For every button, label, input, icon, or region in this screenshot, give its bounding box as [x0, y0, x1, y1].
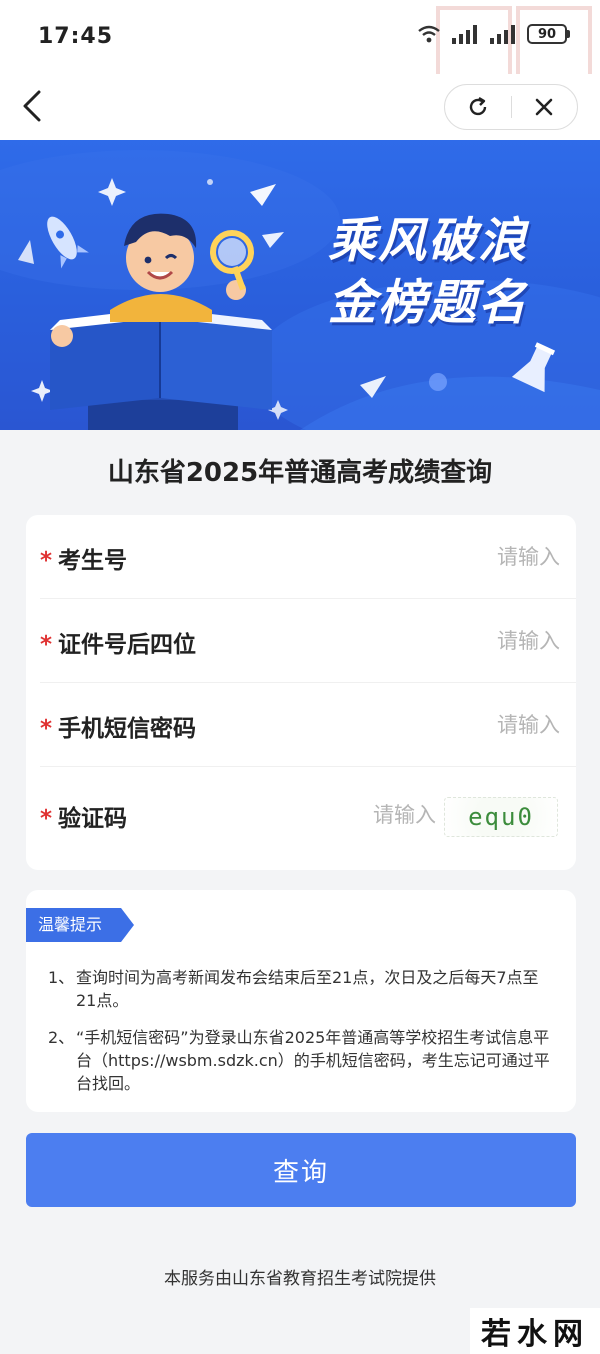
battery-icon: 90 — [527, 24, 570, 44]
tip-item: 1、 查询时间为高考新闻发布会结束后至21点，次日及之后每天7点至21点。 — [48, 966, 558, 1012]
form-row-exam-number: * 考生号 — [26, 515, 576, 599]
status-time: 17:45 — [38, 24, 114, 49]
query-button[interactable]: 查询 — [26, 1133, 576, 1207]
required-mark: * — [40, 716, 53, 742]
chevron-left-icon — [23, 90, 41, 122]
banner-slogan: 乘风破浪 金榜题名 — [328, 210, 568, 334]
slogan-line-2: 金榜题名 — [328, 275, 529, 331]
exam-number-label: 考生号 — [58, 548, 128, 574]
nav-capsule — [444, 84, 578, 130]
tips-card: 温馨提示 1、 查询时间为高考新闻发布会结束后至21点，次日及之后每天7点至21点… — [26, 890, 576, 1112]
signal-icon — [451, 24, 479, 44]
battery-level: 90 — [527, 24, 567, 44]
captcha-label: 验证码 — [58, 806, 128, 832]
nav-bar — [0, 74, 600, 140]
exam-number-input[interactable] — [360, 537, 560, 577]
query-form: *考生号 *证件号后四位 *手机短信密码 *验证码 equ0 — [26, 515, 576, 870]
required-mark: * — [40, 548, 53, 574]
site-watermark: 若水网 — [470, 1308, 600, 1354]
tip-item: 2、 “手机短信密码”为登录山东省2025年普通高等学校招生考试信息平台（http… — [48, 1026, 558, 1095]
close-icon — [535, 98, 553, 116]
form-row-captcha: *验证码 equ0 — [26, 773, 576, 857]
form-row-id-last4: * 证件号后四位 — [26, 599, 576, 683]
sms-password-label: 手机短信密码 — [58, 716, 197, 742]
wifi-icon — [417, 24, 441, 44]
tip-text: “手机短信密码”为登录山东省2025年普通高等学校招生考试信息平台（https:… — [76, 1028, 550, 1093]
signal-icon-2 — [489, 24, 517, 44]
captcha-text: equ0 — [468, 803, 534, 831]
tips-tag: 温馨提示 — [26, 908, 134, 942]
footer-text: 本服务由山东省教育招生考试院提供 — [164, 1269, 436, 1289]
form-row-sms-password: * 手机短信密码 — [26, 683, 576, 767]
refresh-button[interactable] — [445, 85, 511, 129]
close-button[interactable] — [512, 85, 578, 129]
back-button[interactable] — [12, 86, 52, 126]
id-last4-input[interactable] — [360, 621, 560, 661]
tip-number: 1、 — [48, 968, 75, 987]
tips-list: 1、 查询时间为高考新闻发布会结束后至21点，次日及之后每天7点至21点。 2、 “… — [48, 966, 558, 1109]
tip-number: 2、 — [48, 1028, 75, 1047]
sms-password-input[interactable] — [360, 705, 560, 745]
tip-text: 查询时间为高考新闻发布会结束后至21点，次日及之后每天7点至21点。 — [76, 968, 539, 1010]
page-title: 山东省2025年普通高考成绩查询 — [107, 458, 493, 488]
refresh-icon — [469, 96, 486, 116]
required-mark: * — [40, 632, 53, 658]
id-last4-label: 证件号后四位 — [58, 632, 197, 658]
slogan-line-1: 乘风破浪 — [328, 213, 529, 269]
required-mark: * — [40, 806, 53, 832]
hero-banner: 乘风破浪 金榜题名 — [0, 140, 600, 430]
captcha-input[interactable] — [316, 795, 436, 835]
status-bar: 17:45 90 — [0, 0, 600, 132]
captcha-image[interactable]: equ0 — [444, 797, 558, 837]
status-icons: 90 — [417, 24, 570, 44]
